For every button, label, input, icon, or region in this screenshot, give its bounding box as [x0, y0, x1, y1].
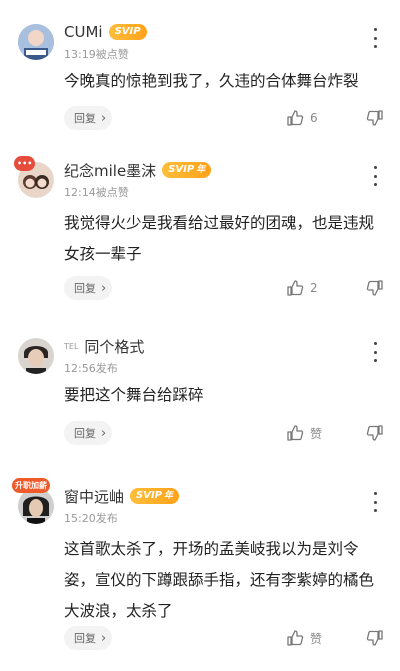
comment-meta: 12:14被点赞 — [64, 186, 129, 199]
avatar-image — [18, 338, 54, 374]
svip-year-label: 年 — [196, 165, 206, 175]
comment-meta: 15:20发布 — [64, 512, 118, 525]
like-button[interactable]: 赞 — [286, 626, 322, 650]
comment-text: 我觉得火少是我看给过最好的团魂，也是违规女孩一辈子 — [64, 214, 375, 263]
thumbs-down-icon — [366, 279, 384, 297]
name-row: 窗中远岫 SVIP 年 — [64, 486, 180, 507]
like-count: 6 — [310, 111, 318, 125]
thumbs-up-icon — [286, 424, 304, 442]
tel-icon: TEL — [64, 341, 79, 351]
dislike-button[interactable] — [366, 106, 384, 130]
avatar[interactable]: 升职加薪 — [12, 478, 56, 530]
avatar-image — [18, 24, 54, 60]
username[interactable]: 同个格式 — [84, 336, 144, 357]
avatar-frame-icon: ••• — [14, 156, 36, 171]
reply-label: 回复 — [74, 282, 96, 295]
name-row: CUMi SVIP — [64, 22, 147, 42]
name-row: 纪念mile墨沫 SVIP 年 — [64, 160, 212, 181]
reply-label: 回复 — [74, 112, 96, 125]
thumbs-down-icon — [366, 629, 384, 647]
chevron-right-icon: › — [101, 280, 107, 296]
thumbs-down-icon — [366, 424, 384, 442]
comment-meta: 13:19被点赞 — [64, 48, 129, 61]
more-icon[interactable] — [372, 166, 378, 186]
like-label: 赞 — [310, 426, 323, 441]
chevron-right-icon: › — [101, 425, 107, 441]
thumbs-up-icon — [286, 629, 304, 647]
username[interactable]: 纪念mile墨沫 — [64, 160, 156, 181]
reply-label: 回复 — [74, 632, 96, 645]
comment-text: 今晚真的惊艳到我了，久违的合体舞台炸裂 — [64, 72, 359, 90]
reply-button[interactable]: 回复 › — [64, 276, 113, 300]
thumbs-up-icon — [286, 109, 304, 127]
dislike-button[interactable] — [366, 421, 384, 445]
dislike-button[interactable] — [366, 276, 384, 300]
reply-button[interactable]: 回复 › — [64, 626, 113, 650]
thumbs-up-icon — [286, 279, 304, 297]
like-count: 2 — [310, 281, 318, 295]
more-icon[interactable] — [372, 28, 378, 48]
svip-label: SVIP — [136, 490, 163, 501]
svip-badge: SVIP 年 — [162, 162, 212, 178]
reply-button[interactable]: 回复 › — [64, 106, 113, 130]
dislike-button[interactable] — [366, 626, 384, 650]
reply-button[interactable]: 回复 › — [64, 421, 113, 445]
avatar[interactable] — [16, 334, 56, 380]
reply-label: 回复 — [74, 427, 96, 440]
like-label: 赞 — [310, 631, 323, 646]
avatar[interactable]: ••• — [14, 156, 56, 204]
more-icon[interactable] — [372, 492, 378, 512]
like-button[interactable]: 2 — [286, 276, 318, 300]
username[interactable]: CUMi — [64, 23, 103, 41]
svip-badge: SVIP 年 — [130, 488, 180, 504]
svip-year-label: 年 — [164, 491, 174, 501]
comment-text: 这首歌太杀了，开场的孟美岐我以为是刘令姿，宣仪的下蹲跟舔手指，还有李紫婷的橘色大… — [64, 540, 375, 620]
chevron-right-icon: › — [101, 110, 107, 126]
svip-label: SVIP — [168, 164, 195, 175]
more-icon[interactable] — [372, 342, 378, 362]
chevron-right-icon: › — [101, 630, 107, 646]
username[interactable]: 窗中远岫 — [64, 486, 124, 507]
comment-text: 要把这个舞台给踩碎 — [64, 386, 204, 404]
like-button[interactable]: 6 — [286, 106, 318, 130]
name-row: TEL 同个格式 — [64, 336, 144, 356]
avatar-frame-badge: 升职加薪 — [12, 478, 50, 493]
thumbs-down-icon — [366, 109, 384, 127]
avatar[interactable] — [16, 20, 56, 66]
avatar-image — [18, 488, 54, 524]
svip-label: SVIP — [114, 26, 141, 37]
comment-meta: 12:56发布 — [64, 362, 118, 375]
like-button[interactable]: 赞 — [286, 421, 322, 445]
svip-badge: SVIP — [108, 24, 147, 40]
